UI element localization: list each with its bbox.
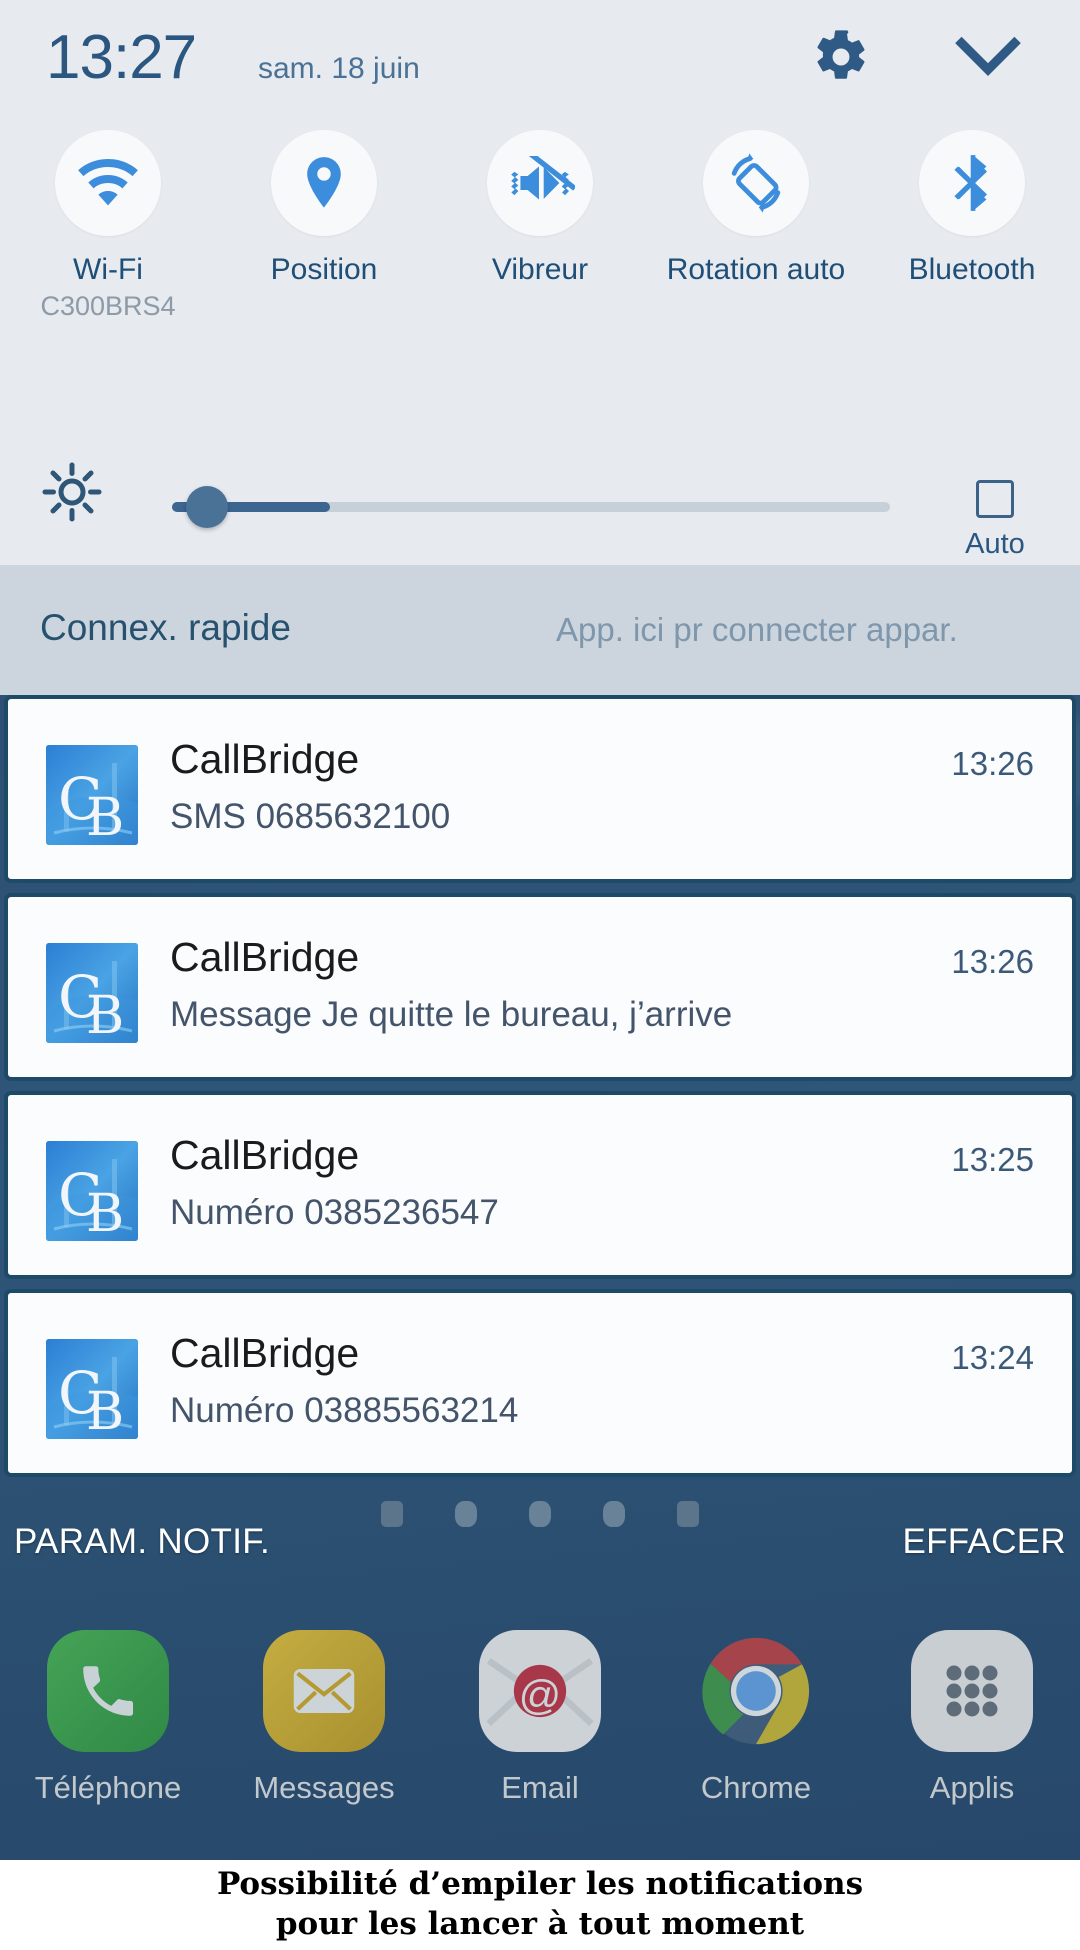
notification-body: Numéro 03885563214 [170, 1391, 519, 1430]
vibrate-mute-icon [487, 130, 593, 236]
brightness-sun-icon [42, 462, 102, 522]
notification-body: Message Je quitte le bureau, j’arrive [170, 995, 733, 1034]
notification-card[interactable]: C B CallBridge Numéro 03885563214 13:24 [4, 1289, 1076, 1477]
bluetooth-icon [919, 130, 1025, 236]
dock-app-telephone[interactable]: Téléphone [18, 1630, 198, 1806]
notification-body: Numéro 0385236547 [170, 1193, 499, 1232]
quick-toggle-bluetooth[interactable]: Bluetooth [864, 130, 1080, 288]
quick-toggle-position[interactable]: Position [216, 130, 432, 288]
gear-icon[interactable] [812, 28, 870, 86]
notification-body: SMS 0685632100 [170, 797, 451, 836]
dock-app-email[interactable]: @ Email [450, 1630, 630, 1806]
notification-time: 13:26 [951, 745, 1034, 782]
quick-connect-title: Connex. rapide [40, 607, 291, 648]
notification-time: 13:26 [951, 943, 1034, 980]
brightness-slider[interactable] [172, 502, 890, 512]
svg-text:B: B [86, 986, 124, 1043]
auto-brightness-label: Auto [965, 528, 1025, 560]
notification-card[interactable]: C B CallBridge Numéro 0385236547 13:25 [4, 1091, 1076, 1279]
svg-text:B: B [86, 1382, 124, 1439]
chevron-down-icon[interactable] [955, 32, 1021, 84]
notification-card[interactable]: C B CallBridge Message Je quitte le bure… [4, 893, 1076, 1081]
quick-toggle-vibreur[interactable]: Vibreur [432, 130, 648, 288]
dock-app-label: Téléphone [34, 1770, 182, 1805]
phone-icon [47, 1630, 169, 1752]
date-label: sam. 18 juin [258, 52, 420, 85]
brightness-row: Auto [0, 440, 1080, 560]
caption-line-2: pour les lancer à tout moment [275, 1906, 805, 1942]
quick-toggle-label: Rotation auto [666, 253, 846, 286]
caption-block: Possibilité d’empiler les notifications … [0, 1860, 1080, 1950]
brightness-slider-thumb[interactable] [186, 486, 228, 528]
callbridge-app-icon: C B [46, 1339, 138, 1439]
quick-toggle-label: Bluetooth [908, 253, 1036, 286]
quick-toggle-wifi[interactable]: Wi-Fi C300BRS4 [0, 130, 216, 322]
callbridge-app-icon: C B [46, 943, 138, 1043]
notification-app-name: CallBridge [170, 736, 360, 782]
clear-notifications-button[interactable]: EFFACER [902, 1522, 1066, 1562]
notification-app-name: CallBridge [170, 934, 360, 980]
quick-toggle-label: Wi-Fi [73, 253, 143, 286]
svg-text:B: B [86, 788, 124, 845]
home-dock: Téléphone Messages @ Email Chrome Applis [0, 1590, 1080, 1860]
quick-toggle-label: Position [270, 253, 378, 286]
notification-settings-button[interactable]: PARAM. NOTIF. [14, 1522, 270, 1562]
dock-app-label: Chrome [700, 1770, 812, 1805]
notification-action-bar: PARAM. NOTIF. EFFACER [0, 1495, 1080, 1585]
quick-toggle-rotation[interactable]: Rotation auto [648, 130, 864, 288]
dock-app-label: Email [501, 1770, 579, 1805]
phone-screen: 13:27 sam. 18 juin Wi-Fi C300BRS4 Positi… [0, 0, 1080, 1950]
auto-brightness-toggle[interactable]: Auto [930, 480, 1060, 561]
quick-connect-bar[interactable]: Connex. rapide App. ici pr connecter app… [0, 565, 1080, 695]
svg-text:B: B [86, 1184, 124, 1241]
callbridge-app-icon: C B [46, 1141, 138, 1241]
quick-settings-panel: 13:27 sam. 18 juin Wi-Fi C300BRS4 Positi… [0, 0, 1080, 565]
notification-time: 13:25 [951, 1141, 1034, 1178]
auto-brightness-checkbox[interactable] [976, 480, 1014, 518]
quick-connect-hint: App. ici pr connecter appar. [556, 611, 958, 648]
notification-list: C B CallBridge SMS 0685632100 13:26 C B [0, 695, 1080, 1495]
dock-app-messages[interactable]: Messages [234, 1630, 414, 1806]
quick-toggle-sublabel: C300BRS4 [40, 290, 176, 321]
notification-app-name: CallBridge [170, 1330, 360, 1376]
notification-card[interactable]: C B CallBridge SMS 0685632100 13:26 [4, 695, 1076, 883]
dock-app-label: Applis [929, 1770, 1015, 1805]
status-bar: 13:27 sam. 18 juin [0, 0, 1080, 125]
dock-app-chrome[interactable]: Chrome [666, 1630, 846, 1806]
dock-app-applis[interactable]: Applis [882, 1630, 1062, 1806]
email-at-icon: @ [479, 1630, 601, 1752]
svg-text:@: @ [519, 1672, 562, 1719]
chrome-icon [695, 1630, 817, 1752]
caption-line-1: Possibilité d’empiler les notifications [216, 1866, 864, 1903]
notification-time: 13:24 [951, 1339, 1034, 1376]
location-pin-icon [271, 130, 377, 236]
envelope-icon [263, 1630, 385, 1752]
notification-app-name: CallBridge [170, 1132, 360, 1178]
quick-toggle-label: Vibreur [491, 253, 589, 286]
clock: 13:27 [46, 23, 197, 92]
wifi-icon [55, 130, 161, 236]
quick-toggle-row: Wi-Fi C300BRS4 Position Vibreur Rotation… [0, 130, 1080, 355]
callbridge-app-icon: C B [46, 745, 138, 845]
app-grid-icon [911, 1630, 1033, 1752]
dock-app-label: Messages [253, 1770, 395, 1805]
screen-rotation-icon [703, 130, 809, 236]
